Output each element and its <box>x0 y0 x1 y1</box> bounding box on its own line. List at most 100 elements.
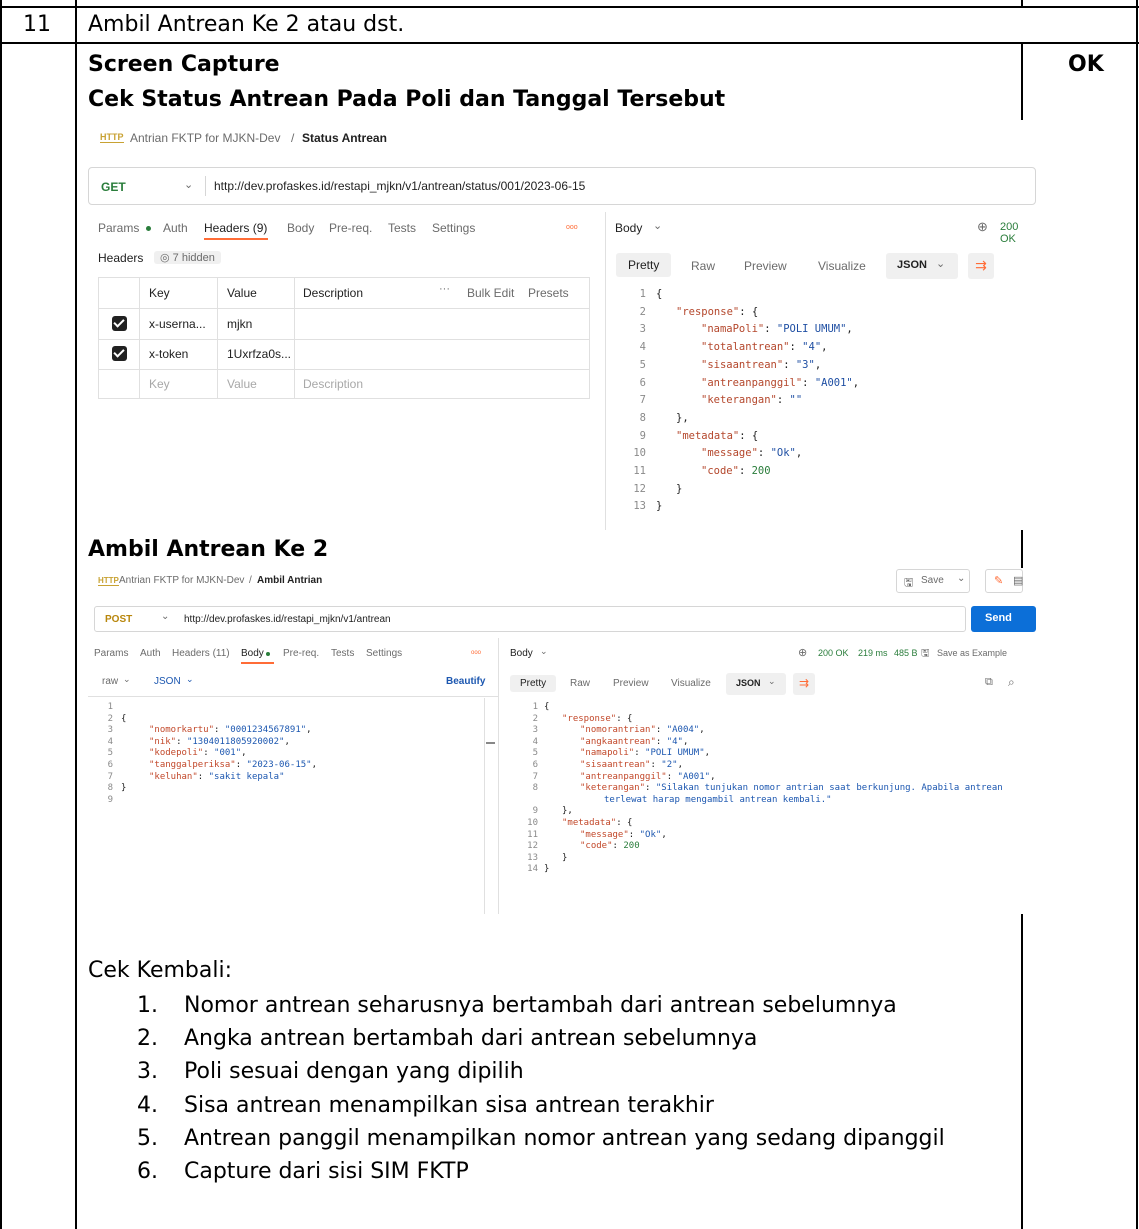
line-number: 3 <box>107 725 113 736</box>
header-key[interactable]: x-token <box>149 347 188 361</box>
view-tab-raw[interactable]: Raw <box>570 678 590 689</box>
view-tab-preview[interactable]: Preview <box>613 678 649 689</box>
line-number: 11 <box>527 829 538 840</box>
code-line: } <box>656 500 663 513</box>
chevron-down-icon[interactable]: ⌄ <box>184 178 193 191</box>
globe-icon[interactable]: ⊕ <box>977 219 988 235</box>
line-number: 14 <box>527 864 538 875</box>
chevron-down-icon[interactable]: ⌄ <box>653 219 662 232</box>
breadcrumb-collection[interactable]: Antrian FKTP for MJKN-Dev <box>119 575 244 586</box>
breadcrumb-request: Status Antrean <box>302 131 387 145</box>
view-tab-preview[interactable]: Preview <box>744 259 787 273</box>
save-button[interactable]: 🖫 Save ⌄ <box>896 569 970 593</box>
json-select[interactable]: JSON <box>154 676 181 687</box>
edit-toggle[interactable]: ✎ ▤ <box>985 569 1023 593</box>
table-top-border <box>0 6 1139 8</box>
url-input[interactable]: http://dev.profaskes.id/restapi_mjkn/v1/… <box>214 179 585 193</box>
hidden-headers-toggle[interactable]: ◎ 7 hidden <box>154 251 221 264</box>
tab-prereq[interactable]: Pre-req. <box>329 221 372 235</box>
view-tab-raw[interactable]: Raw <box>691 259 715 273</box>
breadcrumb-collection[interactable]: Antrian FKTP for MJKN-Dev <box>130 131 280 145</box>
chevron-down-icon[interactable]: ⌄ <box>161 611 169 622</box>
wrap-lines-icon[interactable]: ⇉ <box>793 673 815 695</box>
save-as-example-button[interactable]: Save as Example <box>937 648 1007 658</box>
url-bar[interactable]: POST ⌄ http://dev.profaskes.id/restapi_m… <box>94 606 966 632</box>
code-line: }, <box>562 806 573 817</box>
checklist-number: 4. <box>137 1092 158 1118</box>
format-label: JSON <box>897 259 927 271</box>
params-dot-icon <box>146 226 151 231</box>
header-value[interactable]: 1Uxrfza0s... <box>227 347 291 361</box>
method-select[interactable]: POST <box>105 614 132 625</box>
checklist-heading: Cek Kembali: <box>88 958 233 983</box>
copy-icon[interactable]: ⧉ <box>985 676 993 689</box>
tab-auth[interactable]: Auth <box>163 221 188 235</box>
line-number: 7 <box>639 394 646 407</box>
view-tab-pretty[interactable]: Pretty <box>616 253 672 277</box>
code-line: "code": 200 <box>701 465 771 477</box>
view-tab-pretty[interactable]: Pretty <box>510 675 557 692</box>
code-line: "sisaantrean": "3", <box>701 358 822 371</box>
line-number: 8 <box>107 783 113 794</box>
active-tab-indicator <box>241 662 274 664</box>
chevron-down-icon[interactable]: ⌄ <box>540 646 548 657</box>
more-icon[interactable]: ooo <box>471 650 481 656</box>
beautify-button[interactable]: Beautify <box>446 676 485 687</box>
code-line: { <box>544 702 550 712</box>
column-divider-top <box>1021 0 1023 6</box>
chevron-down-icon: ⌄ <box>936 258 946 270</box>
tab-auth[interactable]: Auth <box>140 648 161 659</box>
view-tab-visualize[interactable]: Visualize <box>818 259 866 273</box>
pane-divider[interactable] <box>605 212 606 530</box>
header-value[interactable]: mjkn <box>227 317 252 331</box>
response-time: 219 ms <box>858 648 888 658</box>
wrap-lines-icon[interactable]: ⇉ <box>968 253 994 279</box>
search-icon[interactable]: ⌕ <box>1008 675 1015 690</box>
tab-tests[interactable]: Tests <box>388 221 416 235</box>
chevron-down-icon[interactable]: ⌄ <box>123 674 131 685</box>
more-icon[interactable]: ··· <box>439 283 450 295</box>
method-select[interactable]: GET <box>101 180 126 194</box>
header-key[interactable]: x-userna... <box>149 317 206 331</box>
checkbox-checked-icon[interactable] <box>112 346 127 361</box>
bulk-edit-button[interactable]: Bulk Edit <box>467 286 514 300</box>
tab-body[interactable]: Body <box>287 221 314 235</box>
tab-tests[interactable]: Tests <box>331 648 354 659</box>
tab-params[interactable]: Params <box>94 648 128 659</box>
more-icon[interactable]: ooo <box>566 224 578 231</box>
checkbox-checked-icon[interactable] <box>112 316 127 331</box>
code-line: "keterangan": "Silakan tunjukan nomor an… <box>580 783 1003 794</box>
tab-prereq[interactable]: Pre-req. <box>283 648 319 659</box>
eye-icon: ◎ <box>160 252 173 264</box>
tab-settings[interactable]: Settings <box>432 221 475 235</box>
code-line: "sisaantrean": "2", <box>580 760 683 770</box>
row-title: Ambil Antrean Ke 2 atau dst. <box>88 12 405 37</box>
tab-settings[interactable]: Settings <box>366 648 402 659</box>
url-input[interactable]: http://dev.profaskes.id/restapi_mjkn/v1/… <box>184 614 391 625</box>
line-number: 8 <box>532 783 538 794</box>
scrollbar[interactable] <box>486 742 495 744</box>
tab-headers[interactable]: Headers (9) <box>204 221 267 235</box>
code-line: "keluhan": "sakit kepala" <box>149 771 285 782</box>
value-placeholder[interactable]: Value <box>227 377 257 391</box>
view-tab-visualize[interactable]: Visualize <box>671 678 711 689</box>
presets-button[interactable]: Presets <box>528 286 569 300</box>
heading-ambil-antrean: Ambil Antrean Ke 2 <box>88 537 329 562</box>
code-line: "code": 200 <box>580 841 640 852</box>
line-number: 2 <box>107 713 113 724</box>
raw-select[interactable]: raw <box>102 676 118 687</box>
tab-params[interactable]: Params <box>98 221 139 235</box>
pane-divider[interactable] <box>498 638 499 914</box>
globe-icon[interactable]: ⊕ <box>798 646 807 659</box>
description-placeholder[interactable]: Description <box>303 377 363 391</box>
row-number: 11 <box>23 12 51 37</box>
code-line: "nomorantrian": "A004", <box>580 725 705 736</box>
code-line: "metadata": { <box>676 429 759 442</box>
key-placeholder[interactable]: Key <box>149 377 170 391</box>
line-number: 13 <box>633 500 646 513</box>
send-button[interactable]: Send <box>971 606 1036 632</box>
tab-headers[interactable]: Headers (11) <box>172 648 230 659</box>
checklist-item: Nomor antrean seharusnya bertambah dari … <box>184 993 897 1018</box>
tab-body[interactable]: Body <box>241 648 264 659</box>
url-bar[interactable]: GET ⌄ http://dev.profaskes.id/restapi_mj… <box>88 167 1036 205</box>
